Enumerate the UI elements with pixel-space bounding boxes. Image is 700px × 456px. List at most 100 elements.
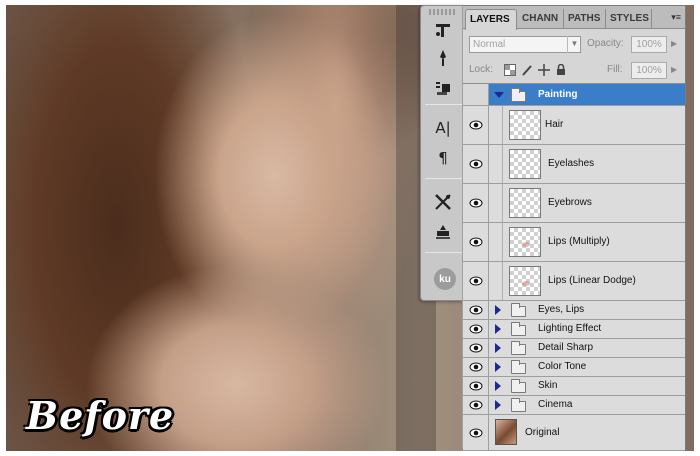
indent-spacer [489, 145, 503, 183]
lock-position-icon[interactable] [537, 63, 550, 76]
character-icon[interactable]: A| [429, 116, 457, 140]
lips-mark [522, 281, 530, 286]
layer-name: Detail Sharp [538, 342, 594, 353]
indent-spacer [489, 223, 503, 261]
eye-icon[interactable] [463, 184, 489, 222]
expand-triangle-icon[interactable] [495, 400, 501, 410]
lock-all-icon[interactable] [554, 63, 567, 76]
layer-group-detail-sharp[interactable]: Detail Sharp [463, 339, 685, 358]
blend-mode-select[interactable]: Normal [469, 36, 581, 53]
eye-icon[interactable] [463, 358, 489, 376]
layer-name: Hair [545, 119, 564, 130]
layer-name: Eyes, Lips [538, 304, 585, 315]
layer-group-cinema[interactable]: Cinema [463, 396, 685, 415]
fill-field[interactable]: 100% [631, 62, 667, 79]
panel-tabs: LAYERS CHANN PATHS STYLES ▾≡ [463, 6, 685, 30]
layer-group-painting[interactable]: Painting [463, 84, 685, 106]
opacity-arrow-icon[interactable]: ▶ [671, 39, 677, 48]
layer-group-lighting-effect[interactable]: Lighting Effect [463, 320, 685, 339]
layer-thumbnail [509, 227, 541, 257]
layer-name: Lips (Multiply) [548, 236, 610, 247]
opacity-label: Opacity: [587, 38, 624, 49]
indent-spacer [489, 106, 503, 144]
layer-lips-multiply[interactable]: Lips (Multiply) [463, 223, 685, 262]
layer-eyebrows[interactable]: Eyebrows [463, 184, 685, 223]
ku-badge-icon[interactable]: ku [434, 268, 456, 290]
tool-separator [425, 252, 462, 253]
layer-name: Eyebrows [548, 197, 592, 208]
panel-menu-icon[interactable]: ▾≡ [671, 12, 681, 23]
layer-group-skin[interactable]: Skin [463, 377, 685, 396]
blend-mode-value: Normal [473, 39, 506, 50]
layer-lips-linear-dodge[interactable]: Lips (Linear Dodge) [463, 262, 685, 301]
layer-hair[interactable]: Hair [463, 106, 685, 145]
eye-icon[interactable] [463, 145, 489, 183]
indent-spacer [489, 184, 503, 222]
expand-triangle-icon[interactable] [494, 92, 504, 98]
layer-thumbnail [509, 110, 541, 140]
visibility-toggle[interactable] [463, 84, 489, 105]
layer-original[interactable]: Original [463, 415, 685, 451]
folder-icon [511, 379, 526, 393]
layer-thumbnail [509, 266, 541, 296]
paragraph-glyph: ¶ [438, 149, 448, 167]
layer-thumbnail [509, 149, 541, 179]
folder-icon [511, 341, 526, 355]
paragraph-icon[interactable]: ¶ [429, 146, 457, 170]
clone-source-icon[interactable] [429, 76, 457, 100]
eye-icon[interactable] [463, 377, 489, 395]
eye-icon[interactable] [463, 339, 489, 357]
layer-name: Lighting Effect [538, 323, 602, 334]
tab-layers[interactable]: LAYERS [465, 9, 517, 30]
tab-paths[interactable]: PATHS [564, 9, 606, 29]
eye-icon[interactable] [463, 262, 489, 300]
character-glyph: A| [435, 119, 451, 137]
fill-arrow-icon[interactable]: ▶ [671, 65, 677, 74]
lock-row: Lock: Fill: 100% ▶ [469, 62, 679, 80]
folder-icon [511, 303, 526, 317]
layer-name: Color Tone [538, 361, 587, 372]
expand-triangle-icon[interactable] [495, 324, 501, 334]
tool-presets-icon[interactable] [429, 18, 457, 42]
layer-name: Cinema [538, 399, 573, 410]
indent-spacer [489, 262, 503, 300]
layer-group-color-tone[interactable]: Color Tone [463, 358, 685, 377]
layer-name: Eyelashes [548, 158, 595, 169]
tool-options-icon[interactable] [429, 190, 457, 214]
blend-row: Normal ▼ Opacity: 100% ▶ [469, 36, 679, 54]
eye-icon[interactable] [463, 320, 489, 338]
layer-group-eyes-lips[interactable]: Eyes, Lips [463, 301, 685, 320]
eye-icon[interactable] [463, 301, 489, 319]
opacity-field[interactable]: 100% [631, 36, 667, 53]
layer-name: Original [525, 427, 560, 438]
expand-triangle-icon[interactable] [495, 362, 501, 372]
layer-name: Lips (Linear Dodge) [548, 275, 636, 286]
eye-icon[interactable] [463, 415, 489, 450]
expand-triangle-icon[interactable] [495, 343, 501, 353]
expand-triangle-icon[interactable] [495, 381, 501, 391]
eye-icon[interactable] [463, 106, 489, 144]
lock-transparent-icon[interactable] [503, 63, 516, 76]
lock-pixels-icon[interactable] [520, 63, 533, 76]
eye-icon[interactable] [463, 223, 489, 261]
tool-separator [425, 178, 462, 179]
before-caption: Before [26, 393, 175, 438]
tab-styles[interactable]: STYLES [606, 9, 652, 29]
brush-icon[interactable] [429, 46, 457, 70]
original-thumbnail [495, 419, 517, 445]
chevron-down-icon[interactable]: ▼ [567, 36, 581, 53]
layer-name: Painting [538, 89, 578, 100]
dock-grip[interactable] [429, 9, 456, 15]
folder-icon [511, 398, 526, 412]
tab-channels[interactable]: CHANN [518, 9, 564, 29]
tool-separator [425, 104, 462, 105]
folder-icon [511, 322, 526, 336]
eye-icon[interactable] [463, 396, 489, 414]
layer-thumbnail [509, 188, 541, 218]
layer-name: Skin [538, 380, 558, 391]
lips-mark [522, 242, 530, 247]
stamp-icon[interactable] [429, 220, 457, 244]
layers-list: Painting Hair Eyelashes Eyebrows Lips (M… [463, 83, 685, 451]
layer-eyelashes[interactable]: Eyelashes [463, 145, 685, 184]
expand-triangle-icon[interactable] [495, 305, 501, 315]
